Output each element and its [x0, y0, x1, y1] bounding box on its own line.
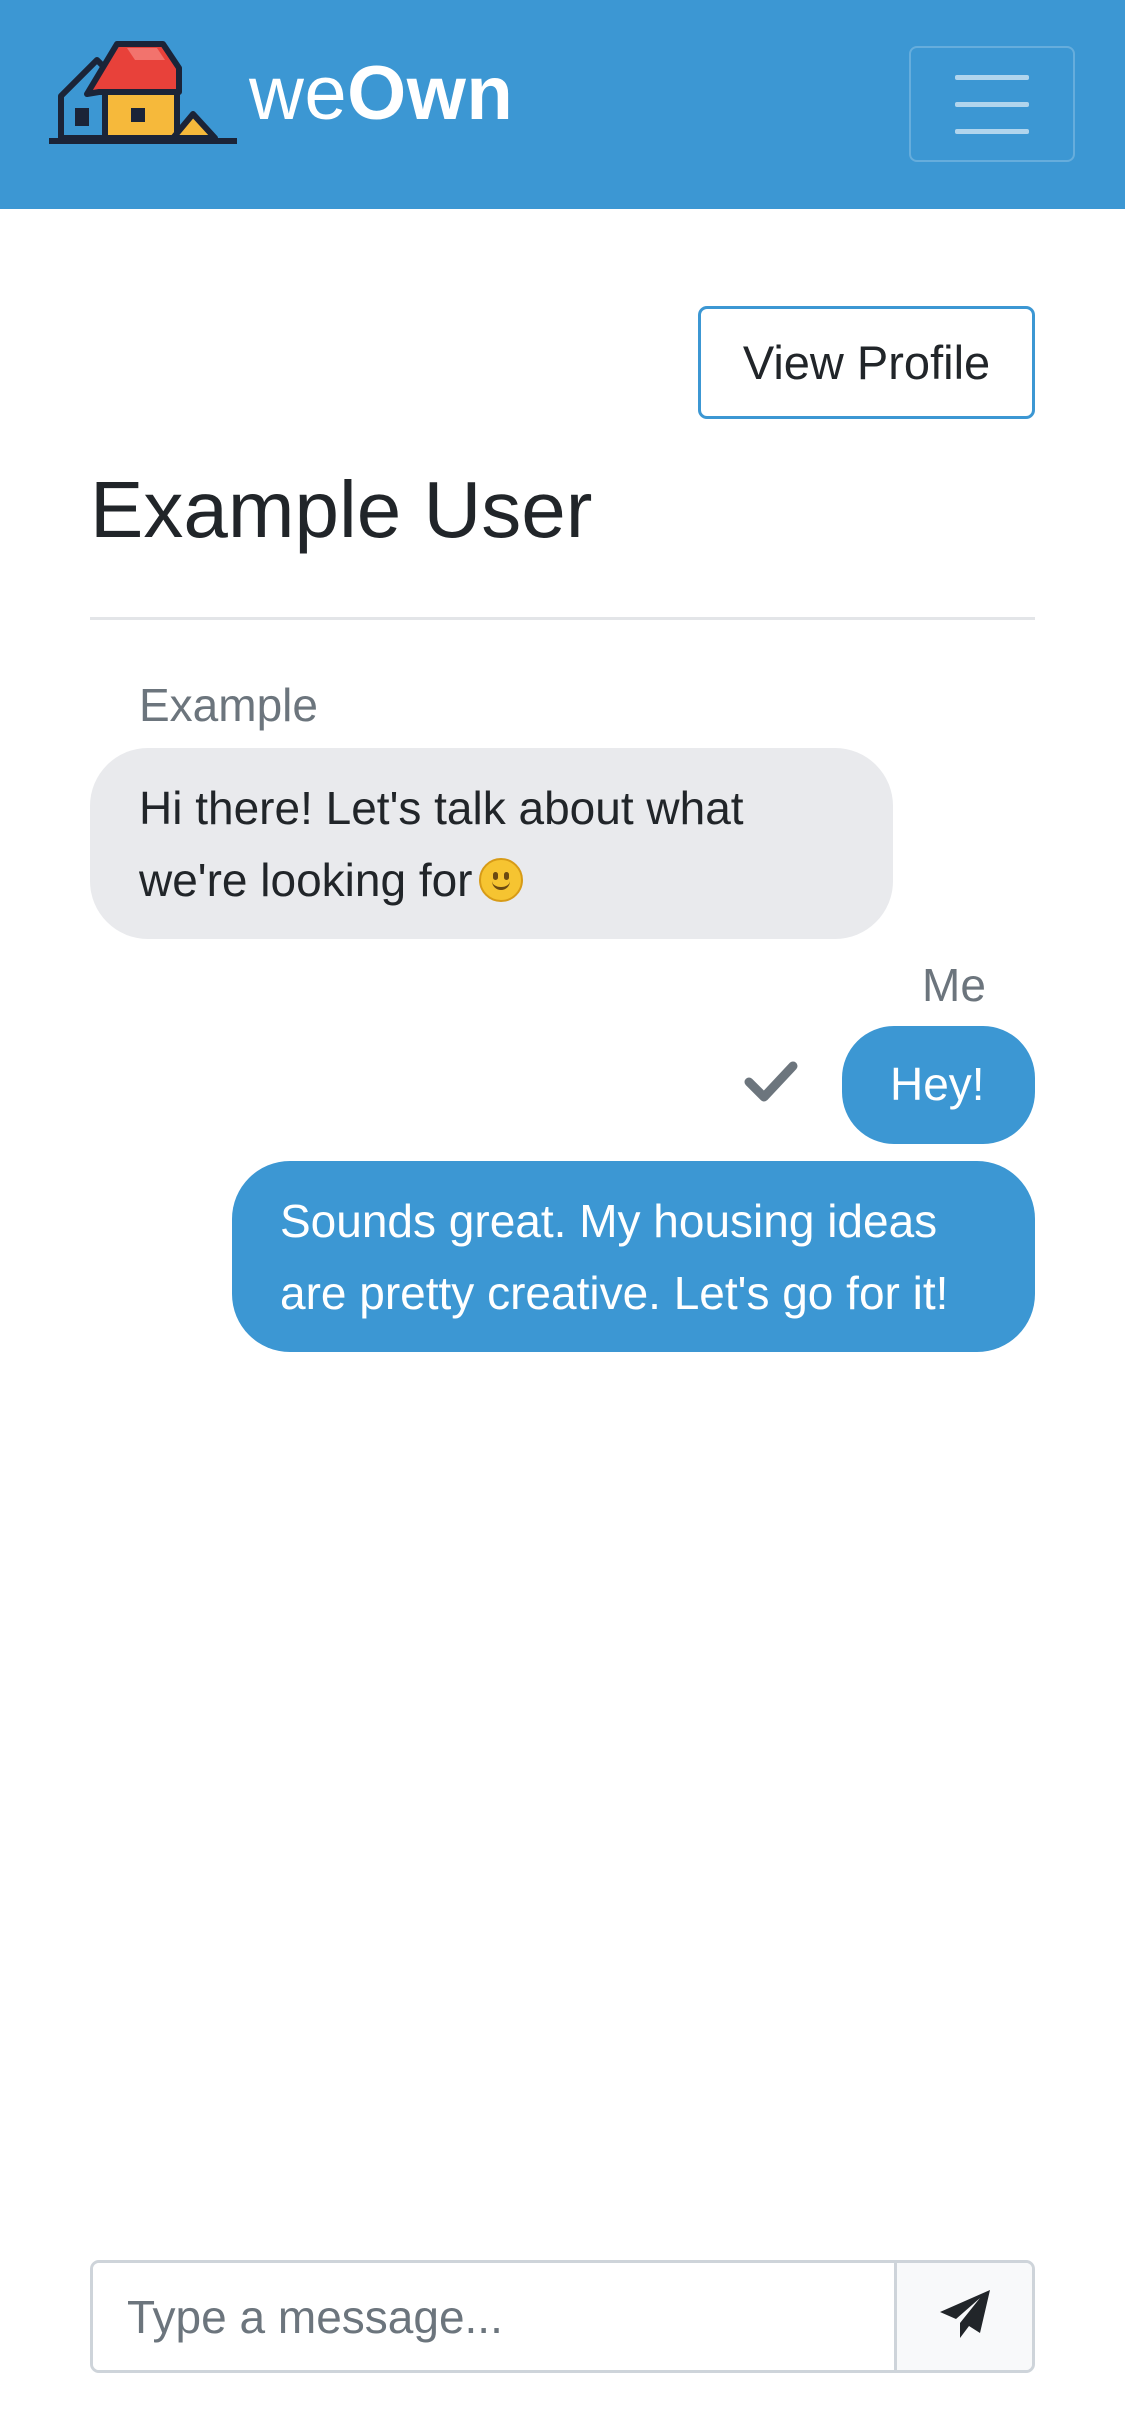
- message-composer: [90, 2260, 1035, 2373]
- brand-name: weOwn: [249, 50, 513, 137]
- send-button[interactable]: [894, 2263, 1032, 2370]
- house-logo-icon: [47, 38, 239, 150]
- brand-name-prefix: we: [249, 51, 348, 136]
- view-profile-button[interactable]: View Profile: [698, 306, 1035, 419]
- hamburger-menu-icon: [955, 74, 1029, 80]
- message-text: Hi there! Let's talk about what we're lo…: [139, 782, 744, 906]
- outgoing-message-bubble: Hey!: [842, 1026, 1035, 1144]
- incoming-message-bubble: Hi there! Let's talk about what we're lo…: [90, 748, 893, 939]
- brand-name-suffix: Own: [347, 51, 514, 136]
- message-input[interactable]: [93, 2263, 894, 2370]
- message-sender-name: Example: [139, 679, 318, 731]
- brand-link[interactable]: weOwn: [47, 36, 513, 151]
- checkmark-icon: [744, 1060, 798, 1109]
- message-text: Sounds great. My housing ideas are prett…: [280, 1195, 949, 1319]
- conversation-title: Example User: [90, 465, 593, 554]
- divider: [90, 617, 1035, 620]
- hamburger-menu-icon-bar: [955, 101, 1029, 107]
- hamburger-menu-icon-bar: [955, 128, 1029, 134]
- menu-toggle-button[interactable]: [909, 46, 1075, 162]
- paper-plane-icon: [938, 2288, 992, 2345]
- message-sender-name: Me: [922, 959, 986, 1011]
- outgoing-message-bubble: Sounds great. My housing ideas are prett…: [232, 1161, 1035, 1352]
- top-navbar: weOwn: [0, 0, 1125, 209]
- message-text: Hey!: [890, 1058, 985, 1110]
- slightly-smiling-face-icon: [478, 858, 523, 902]
